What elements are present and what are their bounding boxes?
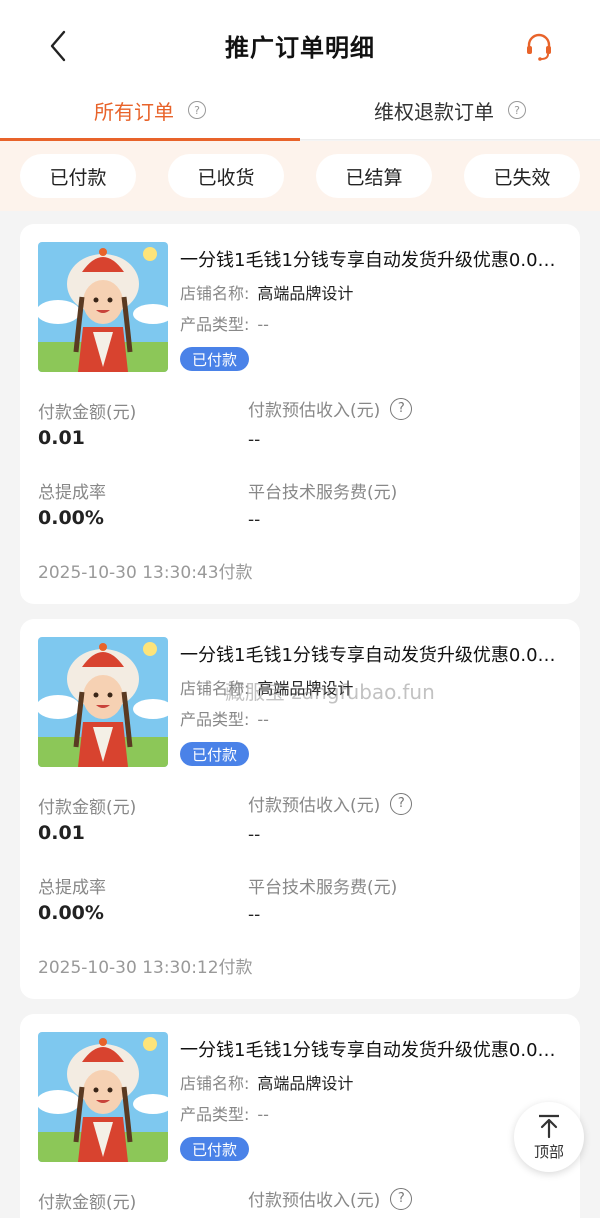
product-type: --: [257, 315, 269, 334]
product-type: --: [257, 710, 269, 729]
product-title: 一分钱1毛钱1分钱专享自动发货升级优惠0.01元: [180, 645, 562, 666]
shop-name-row: 店铺名称: 高端品牌设计: [180, 280, 353, 304]
shop-label: 店铺名称:: [180, 284, 250, 303]
income-label-text: 付款预估收入(元): [248, 796, 381, 816]
fee-value: --: [248, 510, 261, 530]
rate-label: 总提成率: [38, 483, 106, 503]
type-label: 产品类型:: [180, 710, 250, 729]
product-type-row: 产品类型: --: [180, 311, 269, 335]
rate-label: 总提成率: [38, 878, 106, 898]
order-tabs: 所有订单 ? 维权退款订单 ?: [0, 80, 600, 141]
shop-name: 高端品牌设计: [257, 679, 354, 698]
income-value: --: [248, 430, 261, 450]
income-label-text: 付款预估收入(元): [248, 401, 381, 421]
order-card[interactable]: 一分钱1毛钱1分钱专享自动发货升级优惠0.01元 店铺名称: 高端品牌设计 产品类…: [20, 224, 580, 604]
filter-settled[interactable]: 已结算: [316, 154, 432, 198]
rate-value: 0.00%: [38, 507, 104, 529]
amount-value: 0.01: [38, 427, 85, 449]
help-icon[interactable]: ?: [508, 101, 526, 119]
help-icon[interactable]: ?: [390, 792, 413, 815]
product-title: 一分钱1毛钱1分钱专享自动发货升级优惠0.01元: [180, 1040, 562, 1061]
tab-all-orders[interactable]: 所有订单 ?: [0, 80, 300, 141]
help-icon[interactable]: ?: [390, 397, 413, 420]
amount-label: 付款金额(元): [38, 798, 137, 818]
status-badge: 已付款: [180, 1137, 250, 1161]
product-type: --: [257, 1105, 269, 1124]
back-to-top-button[interactable]: 顶部: [514, 1102, 584, 1172]
fee-value: --: [248, 905, 261, 925]
shop-name: 高端品牌设计: [257, 1074, 354, 1093]
payment-time: 2025-10-30 13:30:43付款: [38, 563, 253, 583]
back-to-top-label: 顶部: [533, 1142, 564, 1161]
shop-label: 店铺名称:: [180, 679, 250, 698]
shop-name-row: 店铺名称: 高端品牌设计: [180, 675, 353, 699]
order-card[interactable]: 一分钱1毛钱1分钱专享自动发货升级优惠0.01元 店铺名称: 高端品牌设计 产品类…: [20, 1014, 580, 1218]
product-title: 一分钱1毛钱1分钱专享自动发货升级优惠0.01元: [180, 250, 562, 271]
type-label: 产品类型:: [180, 315, 250, 334]
filter-paid[interactable]: 已付款: [20, 154, 136, 198]
type-label: 产品类型:: [180, 1105, 250, 1124]
status-badge: 已付款: [180, 742, 250, 766]
page-title: 推广订单明细: [225, 34, 375, 62]
filter-received[interactable]: 已收货: [168, 154, 284, 198]
help-icon[interactable]: ?: [390, 1187, 413, 1210]
income-value: --: [248, 825, 261, 845]
shop-name: 高端品牌设计: [257, 284, 354, 303]
income-label-text: 付款预估收入(元): [248, 1191, 381, 1211]
rate-value: 0.00%: [38, 902, 104, 924]
product-image: [38, 1032, 168, 1162]
tab-label: 维权退款订单: [374, 99, 494, 124]
fee-label: 平台技术服务费(元): [248, 878, 398, 898]
product-type-row: 产品类型: --: [180, 1101, 269, 1125]
income-label: 付款预估收入(元)?: [248, 396, 413, 421]
tab-label: 所有订单: [94, 99, 174, 124]
help-icon[interactable]: ?: [188, 101, 206, 119]
order-card[interactable]: 一分钱1毛钱1分钱专享自动发货升级优惠0.01元 店铺名称: 高端品牌设计 产品类…: [20, 619, 580, 999]
shop-label: 店铺名称:: [180, 1074, 250, 1093]
amount-label: 付款金额(元): [38, 403, 137, 423]
product-image: [38, 242, 168, 372]
fee-label: 平台技术服务费(元): [248, 483, 398, 503]
amount-value: 0.01: [38, 822, 85, 844]
status-filters: 已付款 已收货 已结算 已失效: [0, 141, 600, 211]
customer-service-button[interactable]: [522, 30, 556, 64]
status-badge: 已付款: [180, 347, 250, 371]
arrow-up-icon: [539, 1114, 559, 1138]
payment-time: 2025-10-30 13:30:12付款: [38, 958, 253, 978]
tab-refund-orders[interactable]: 维权退款订单 ?: [300, 80, 600, 140]
product-image: [38, 637, 168, 767]
filter-invalid[interactable]: 已失效: [464, 154, 580, 198]
headset-icon: [527, 33, 551, 61]
income-label: 付款预估收入(元)?: [248, 1186, 413, 1211]
shop-name-row: 店铺名称: 高端品牌设计: [180, 1070, 353, 1094]
product-type-row: 产品类型: --: [180, 706, 269, 730]
header: 推广订单明细: [0, 0, 600, 92]
amount-label: 付款金额(元): [38, 1193, 137, 1213]
income-label: 付款预估收入(元)?: [248, 791, 413, 816]
